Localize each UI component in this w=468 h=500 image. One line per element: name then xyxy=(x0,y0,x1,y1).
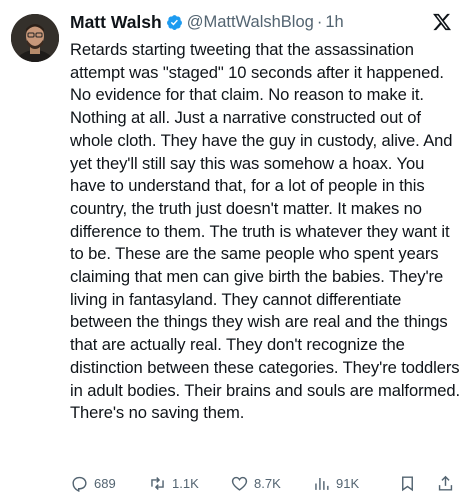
tweet: Matt Walsh @MattWalshBlog · 1h Retards s… xyxy=(0,0,468,500)
x-logo-icon xyxy=(432,12,452,32)
reply-count: 689 xyxy=(94,475,116,491)
avatar-image xyxy=(11,14,59,62)
reply-button[interactable]: 689 xyxy=(70,474,116,493)
heart-icon xyxy=(231,476,248,491)
separator-dot: · xyxy=(316,12,323,31)
bookmark-icon xyxy=(402,475,413,491)
tweet-header: Matt Walsh @MattWalshBlog · 1h xyxy=(70,10,458,34)
repost-icon xyxy=(151,476,164,490)
author-handle[interactable]: @MattWalshBlog xyxy=(187,13,314,32)
avatar[interactable] xyxy=(11,14,59,62)
views-icon xyxy=(315,477,329,490)
author-name[interactable]: Matt Walsh xyxy=(70,12,162,33)
share-button[interactable] xyxy=(436,474,455,493)
views-button[interactable]: 91K xyxy=(312,474,359,493)
like-count: 8.7K xyxy=(254,475,281,491)
share-icon xyxy=(438,475,453,491)
bookmark-button[interactable] xyxy=(398,474,417,493)
like-button[interactable]: 8.7K xyxy=(230,474,281,493)
repost-button[interactable]: 1.1K xyxy=(148,474,199,493)
tweet-text: Retards starting tweeting that the assas… xyxy=(70,40,460,423)
timestamp[interactable]: 1h xyxy=(325,13,343,32)
action-bar: 689 1.1K 8.7K 91K xyxy=(70,470,462,496)
repost-count: 1.1K xyxy=(172,475,199,491)
views-count: 91K xyxy=(336,475,360,491)
reply-icon xyxy=(72,476,87,492)
verified-badge-icon xyxy=(166,14,183,31)
